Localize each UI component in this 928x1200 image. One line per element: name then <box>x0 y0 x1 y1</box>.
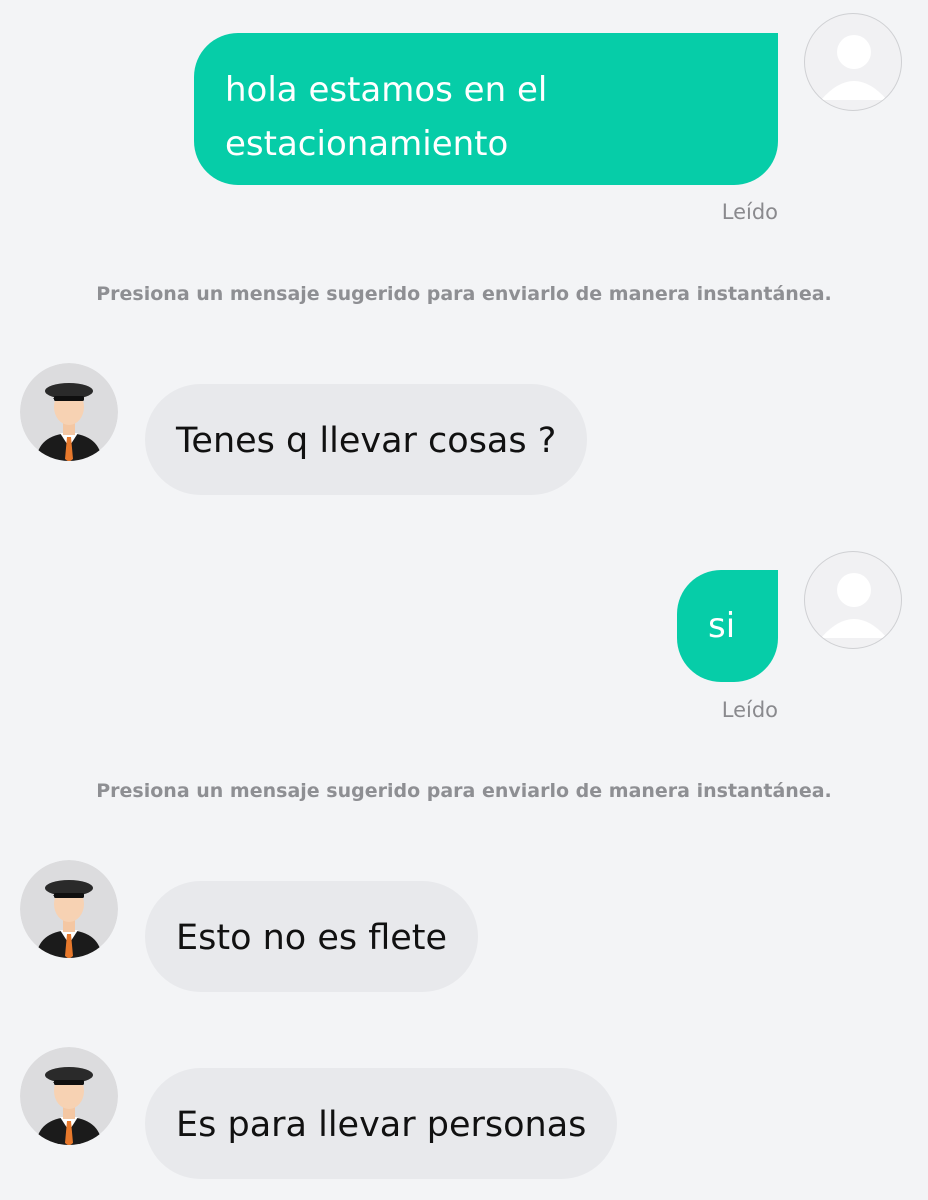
read-status: Leído <box>721 698 778 722</box>
suggestion-hint: Presiona un mensaje sugerido para enviar… <box>96 283 832 305</box>
user-avatar[interactable] <box>804 551 902 649</box>
user-placeholder-icon <box>821 573 887 638</box>
driver-avatar-icon <box>20 1047 118 1145</box>
read-status: Leído <box>721 200 778 224</box>
message-text: Tenes q llevar cosas ? <box>176 421 557 461</box>
message-text-line: estacionamiento <box>225 124 509 164</box>
driver-avatar-icon <box>20 860 118 958</box>
driver-avatar[interactable] <box>20 1047 118 1145</box>
message-text: Esto no es flete <box>176 918 448 958</box>
message-bubble-incoming[interactable]: Esto no es flete <box>145 881 479 992</box>
driver-avatar[interactable] <box>20 860 118 958</box>
message-bubble-incoming[interactable]: Es para llevar personas <box>145 1068 618 1179</box>
message-bubble-incoming[interactable]: Tenes q llevar cosas ? <box>145 384 588 495</box>
user-avatar[interactable] <box>804 13 902 111</box>
driver-avatar-icon <box>20 363 118 461</box>
suggestion-hint: Presiona un mensaje sugerido para enviar… <box>96 780 832 802</box>
message-bubble-outgoing[interactable]: hola estamos en el estacionamiento <box>194 33 778 185</box>
message-bubble-outgoing[interactable]: si <box>677 570 778 682</box>
user-placeholder-icon <box>821 35 887 100</box>
driver-avatar[interactable] <box>20 363 118 461</box>
message-text: Es para llevar personas <box>176 1105 587 1145</box>
message-text-line: hola estamos en el <box>225 70 548 110</box>
message-text: si <box>708 606 736 646</box>
